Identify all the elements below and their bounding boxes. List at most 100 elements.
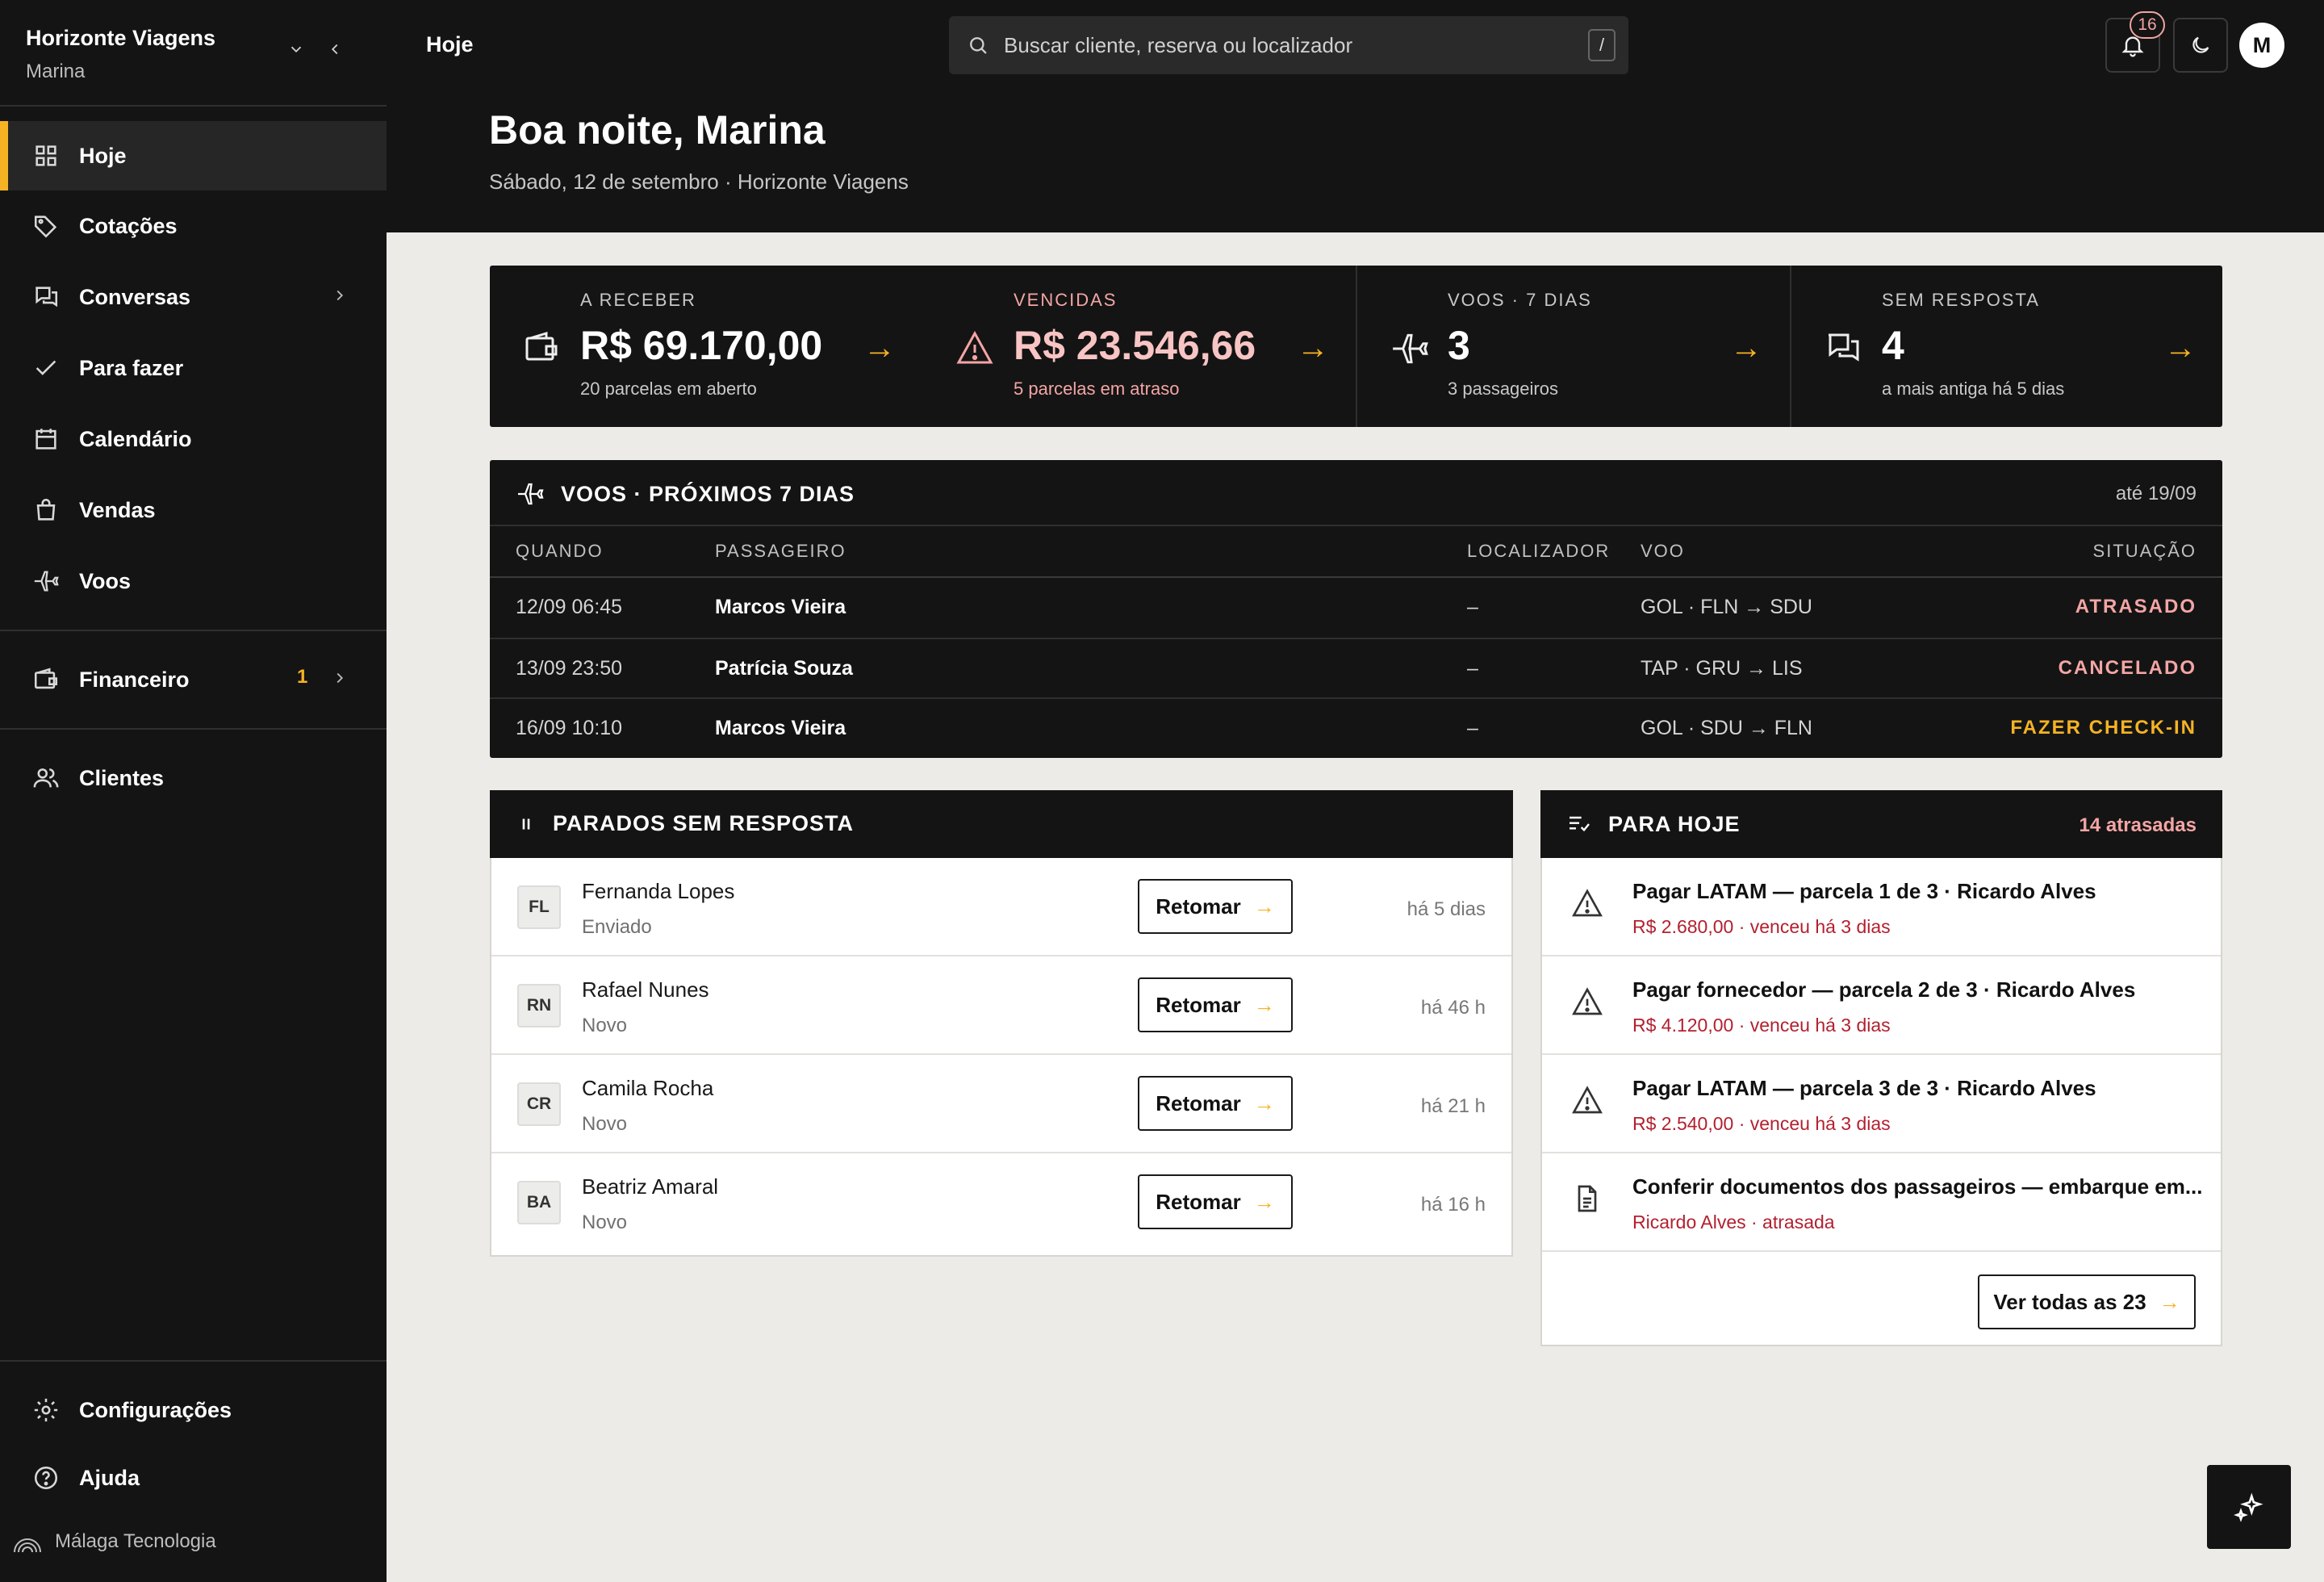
search-placeholder: Buscar cliente, reserva ou localizador: [1004, 32, 1353, 57]
stat-a-receber[interactable]: A RECEBER R$ 69.170,00 20 parcelas em ab…: [490, 266, 923, 427]
avatar[interactable]: M: [2239, 23, 2284, 68]
flight-passenger: Patrícia Souza: [715, 657, 853, 680]
sidebar-item-vendas[interactable]: Vendas: [0, 475, 387, 545]
list-item[interactable]: Pagar LATAM — parcela 1 de 3 · Ricardo A…: [1542, 858, 2221, 956]
stat-label: VENCIDAS: [1014, 290, 1118, 310]
conversation-status: Novo: [582, 1015, 628, 1036]
sidebar-item-conversas[interactable]: Conversas: [0, 262, 387, 332]
gear-icon: [32, 1396, 60, 1424]
flight-passenger: Marcos Vieira: [715, 596, 846, 618]
conversation-status: Enviado: [582, 916, 652, 938]
contact-name[interactable]: Camila Rocha: [582, 1076, 713, 1101]
table-row[interactable]: 16/09 10:10 Marcos Vieira – GOL · SDU → …: [490, 699, 2222, 759]
financeiro-count-badge: 1: [297, 666, 308, 688]
divider: [0, 1360, 387, 1362]
powered-by: Málaga Tecnologia: [11, 1530, 216, 1554]
flight-route: GOL · FLN → SDU: [1641, 596, 1812, 618]
search-icon: [967, 34, 989, 56]
sidebar-item-label: Cotações: [79, 213, 178, 238]
ai-assistant-button[interactable]: [2207, 1465, 2291, 1549]
task-title: Pagar LATAM — parcela 1 de 3 · Ricardo A…: [1632, 879, 2096, 903]
warning-icon: [1571, 887, 1603, 919]
column-header-passageiro: PASSAGEIRO: [715, 541, 846, 561]
pause-icon: [516, 814, 537, 835]
sidebar-item-financeiro[interactable]: Financeiro 1: [0, 645, 387, 714]
task-subtitle: R$ 2.680,00 · venceu há 3 dias: [1632, 916, 1891, 937]
list-item[interactable]: Pagar fornecedor — parcela 2 de 3 · Rica…: [1542, 956, 2221, 1055]
search-shortcut-key: /: [1588, 29, 1616, 61]
retomar-button[interactable]: Retomar →: [1138, 1076, 1293, 1131]
contact-name[interactable]: Rafael Nunes: [582, 977, 709, 1002]
chevron-down-icon[interactable]: [287, 40, 305, 58]
powered-by-label: Málaga Tecnologia: [55, 1530, 216, 1552]
contact-name[interactable]: Beatriz Amaral: [582, 1174, 718, 1199]
table-row[interactable]: 12/09 06:45 Marcos Vieira – GOL · FLN → …: [490, 578, 2222, 638]
flight-route: GOL · SDU → FLN: [1641, 717, 1812, 739]
sidebar-item-clientes[interactable]: Clientes: [0, 743, 387, 813]
sidebar-item-calendario[interactable]: Calendário: [0, 404, 387, 474]
list-item: CR Camila Rocha Novo Retomar → há 21 h: [491, 1055, 1511, 1153]
sidebar-item-label: Voos: [79, 568, 132, 593]
panel-header: PARADOS SEM RESPOSTA: [490, 790, 1513, 858]
sidebar-item-hoje[interactable]: Hoje: [0, 121, 387, 190]
stat-sem-resposta[interactable]: SEM RESPOSTA 4 a mais antiga há 5 dias →: [1791, 266, 2222, 427]
calendar-icon: [32, 425, 60, 453]
help-icon: [32, 1464, 60, 1492]
retomar-button[interactable]: Retomar →: [1138, 879, 1293, 934]
divider: [0, 630, 387, 631]
flight-locator: –: [1467, 596, 1478, 618]
list-item[interactable]: Conferir documentos dos passageiros — em…: [1542, 1153, 2221, 1252]
moon-icon: [2189, 34, 2212, 56]
retomar-button[interactable]: Retomar →: [1138, 977, 1293, 1032]
panel-title: PARADOS SEM RESPOSTA: [516, 811, 854, 836]
panel-title: PARA HOJE: [1566, 811, 1741, 837]
stat-value: R$ 23.546,66: [1014, 323, 1256, 368]
sidebar-item-label: Conversas: [79, 284, 191, 309]
sidebar-item-ajuda[interactable]: Ajuda: [0, 1458, 387, 1498]
sidebar-item-label: Financeiro: [79, 667, 190, 692]
flight-when: 16/09 10:10: [516, 717, 623, 739]
stuck-conversations-panel: PARADOS SEM RESPOSTA FL Fernanda Lopes E…: [490, 790, 1513, 1257]
stat-vencidas[interactable]: VENCIDAS R$ 23.546,66 5 parcelas em atra…: [923, 266, 1356, 427]
stat-value: 3: [1448, 323, 1470, 368]
contact-initials: CR: [517, 1082, 561, 1126]
sidebar-item-label: Clientes: [79, 765, 165, 790]
sidebar-item-voos[interactable]: Voos: [0, 546, 387, 616]
greeting: Boa noite, Marina: [489, 107, 826, 153]
arrow-right-icon: →: [1253, 1090, 1275, 1115]
notifications-button[interactable]: 16: [2105, 11, 2165, 73]
retomar-button[interactable]: Retomar →: [1138, 1174, 1293, 1229]
stats-bar: A RECEBER R$ 69.170,00 20 parcelas em ab…: [490, 266, 2222, 427]
stat-note: 20 parcelas em aberto: [580, 379, 757, 399]
contact-name[interactable]: Fernanda Lopes: [582, 879, 734, 904]
search-input[interactable]: Buscar cliente, reserva ou localizador /: [949, 16, 1628, 74]
chevron-right-icon: [331, 287, 349, 304]
workspace-switcher[interactable]: Horizonte Viagens Marina: [26, 26, 215, 83]
list-item[interactable]: Pagar LATAM — parcela 3 de 3 · Ricardo A…: [1542, 1055, 2221, 1153]
stat-voos[interactable]: VOOS · 7 DIAS 3 3 passageiros →: [1357, 266, 1790, 427]
button-label: Ver todas as 23: [1993, 1289, 2146, 1314]
theme-toggle-button[interactable]: [2173, 18, 2228, 73]
elapsed-time: há 46 h: [1420, 997, 1486, 1019]
stat-note: 3 passageiros: [1448, 379, 1558, 399]
user-name: Marina: [26, 61, 86, 82]
users-icon: [32, 764, 60, 792]
task-title: Pagar fornecedor — parcela 2 de 3 · Rica…: [1632, 977, 2136, 1002]
column-header-voo: VOO: [1641, 541, 1685, 561]
task-subtitle: R$ 4.120,00 · venceu há 3 dias: [1632, 1015, 1891, 1036]
sidebar-item-label: Calendário: [79, 426, 192, 451]
flight-status: FAZER CHECK-IN: [2010, 717, 2197, 739]
sidebar-item-configuracoes[interactable]: Configurações: [0, 1390, 387, 1430]
sidebar-item-label: Para fazer: [79, 355, 184, 380]
sidebar-item-para-fazer[interactable]: Para fazer: [0, 333, 387, 403]
column-header-quando: QUANDO: [516, 541, 604, 561]
arrow-right-icon: →: [1730, 330, 1762, 366]
table-row[interactable]: 13/09 23:50 Patrícia Souza – TAP · GRU →…: [490, 639, 2222, 699]
check-icon: [32, 354, 60, 382]
divider: [0, 105, 387, 107]
brand-controls: [287, 40, 344, 58]
flight-locator: –: [1467, 657, 1478, 680]
sidebar-item-cotacoes[interactable]: Cotações: [0, 191, 387, 261]
see-all-button[interactable]: Ver todas as 23 →: [1978, 1274, 2196, 1329]
collapse-sidebar-icon[interactable]: [326, 40, 344, 58]
